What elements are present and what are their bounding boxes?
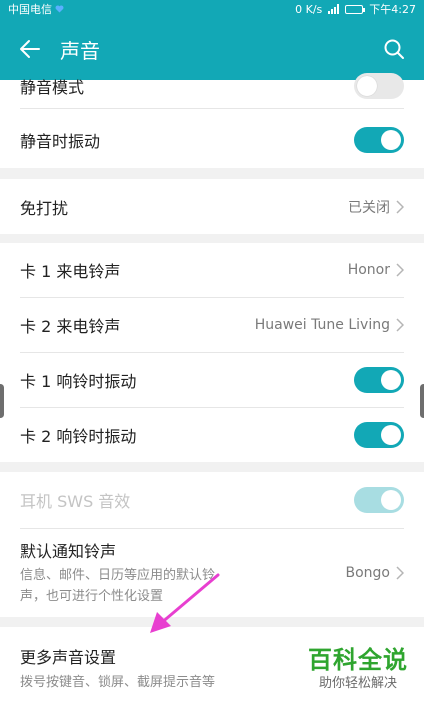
page-title: 声音 [60,38,100,63]
sim1-vibrate-toggle[interactable] [354,367,404,393]
silent-mode-label: 静音模式 [20,78,85,97]
search-icon [384,39,404,59]
chevron-right-icon [396,566,404,580]
sim1-vibrate-label: 卡 1 响铃时振动 [20,372,137,391]
default-notification-label: 默认通知铃声 [20,542,117,561]
dnd-section: 免打扰 已关闭 [0,179,424,234]
chevron-right-icon [396,199,404,214]
settings-list: 静音模式 静音时振动 免打扰 已关闭 卡 1 来电铃声 Honor 卡 2 来电… [0,73,424,705]
battery-icon [345,4,366,14]
vibrate-silent-toggle[interactable] [354,127,404,153]
do-not-disturb-row[interactable]: 免打扰 已关闭 [0,179,424,234]
default-notification-row[interactable]: 默认通知铃声 信息、邮件、日历等应用的默认铃 声，也可进行个性化设置 Bongo [0,529,424,617]
chevron-right-icon [396,318,404,332]
silent-mode-toggle[interactable] [354,73,404,99]
sim1-vibrate-row[interactable]: 卡 1 响铃时振动 [0,353,424,407]
sim1-ringtone-label: 卡 1 来电铃声 [20,262,121,281]
more-sound-settings-label: 更多声音设置 [20,647,117,667]
sim2-ringtone-value: Huawei Tune Living [254,317,390,333]
clock: 下午4:27 [369,3,416,16]
sim1-ringtone-row[interactable]: 卡 1 来电铃声 Honor [0,243,424,297]
earphone-sws-label: 耳机 SWS 音效 [20,492,131,511]
edge-handle-left [0,384,4,418]
sim2-vibrate-label: 卡 2 响铃时振动 [20,427,137,446]
carrier-name: 中国电信 [8,3,52,16]
vibrate-silent-label: 静音时振动 [20,132,101,151]
vibrate-silent-row[interactable]: 静音时振动 [0,113,424,167]
watermark: 百科全说 助你轻松解决 [296,645,420,693]
watermark-title: 百科全说 [308,646,408,674]
silent-section: 静音模式 静音时振动 [0,73,424,168]
status-bar: 中国电信 0 K/s 下午4:27 [0,0,424,18]
more-sound-settings-desc: 拨号按键音、锁屏、截屏提示音等 [20,674,216,690]
earphone-sws-row: 耳机 SWS 音效 [0,472,424,528]
default-notification-value: Bongo [345,565,391,581]
watermark-subtitle: 助你轻松解决 [318,676,397,691]
chevron-right-icon [396,263,404,277]
arrow-left-icon [20,40,40,58]
do-not-disturb-label: 免打扰 [20,198,69,218]
do-not-disturb-value: 已关闭 [348,199,390,216]
signal-icon [328,4,340,14]
sim2-vibrate-toggle[interactable] [354,422,404,448]
sim2-ringtone-row[interactable]: 卡 2 来电铃声 Huawei Tune Living [0,298,424,352]
silent-mode-row[interactable]: 静音模式 [0,68,424,104]
sim1-ringtone-value: Honor [347,262,390,278]
network-speed: 0 K/s [295,2,323,16]
audio-section: 耳机 SWS 音效 默认通知铃声 信息、邮件、日历等应用的默认铃 声，也可进行个… [0,472,424,617]
heart-icon [55,5,64,13]
ringtone-section: 卡 1 来电铃声 Honor 卡 2 来电铃声 Huawei Tune Livi… [0,243,424,462]
sim2-vibrate-row[interactable]: 卡 2 响铃时振动 [0,408,424,462]
earphone-sws-toggle [354,487,404,513]
default-notification-desc-1: 信息、邮件、日历等应用的默认铃 [20,568,216,583]
default-notification-desc-2: 声，也可进行个性化设置 [20,589,164,604]
edge-handle-right [420,384,424,418]
sim2-ringtone-label: 卡 2 来电铃声 [20,317,121,336]
